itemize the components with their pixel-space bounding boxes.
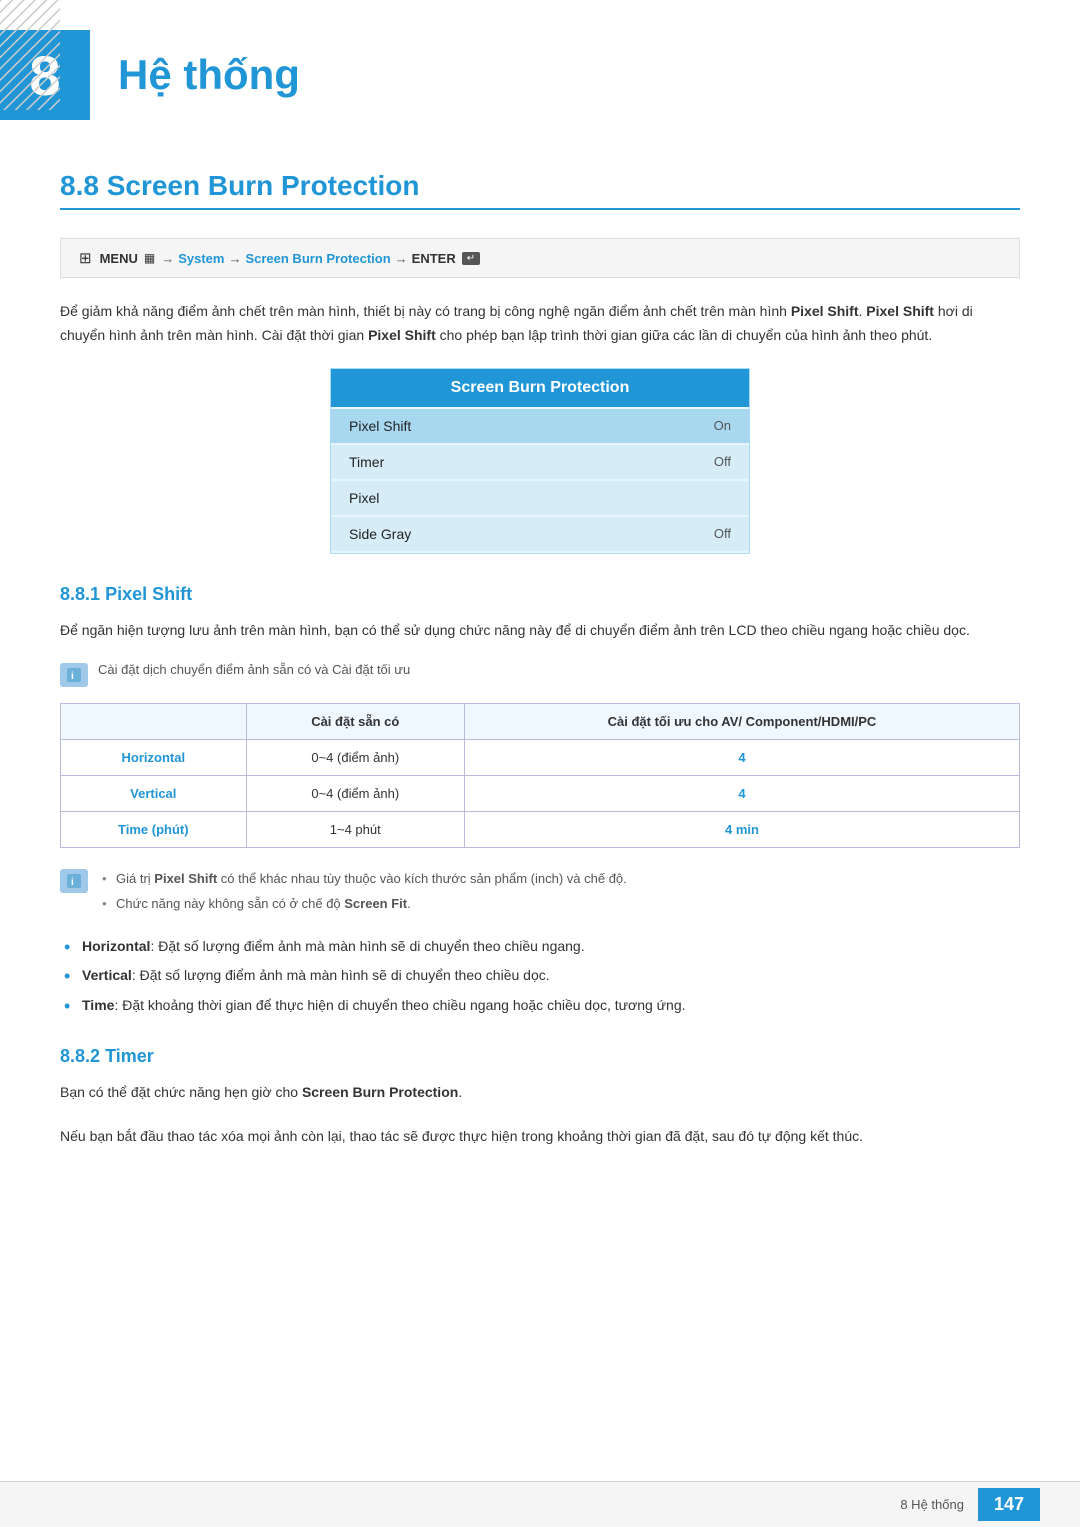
- table-row-vertical: Vertical 0~4 (điểm ảnh) 4: [61, 776, 1020, 812]
- subsection-881-title: Pixel Shift: [105, 584, 192, 604]
- svg-text:i: i: [71, 671, 74, 682]
- nav-grid-icon: ▦: [144, 251, 155, 265]
- ui-box-item-side-gray[interactable]: Side Gray Off: [331, 517, 749, 551]
- note-icon: i: [60, 663, 88, 687]
- row-vertical-preset: 0~4 (điểm ảnh): [246, 776, 464, 812]
- subsection-882-heading: 8.8.2 Timer: [60, 1046, 1020, 1067]
- timer-desc1: Bạn có thể đặt chức năng hẹn giờ cho Scr…: [60, 1081, 1020, 1105]
- section-title: Screen Burn Protection: [107, 170, 420, 201]
- pixel-shift-description: Để ngăn hiện tượng lưu ảnh trên màn hình…: [60, 619, 1020, 643]
- nav-menu-label: MENU: [100, 251, 138, 266]
- side-gray-value: Off: [714, 526, 731, 541]
- row-time-label: Time (phút): [61, 812, 247, 848]
- subsection-881-heading: 8.8.1 Pixel Shift: [60, 584, 1020, 605]
- screen-burn-protection-ui: Screen Burn Protection Pixel Shift On Ti…: [330, 368, 750, 554]
- row-horizontal-optimal: 4: [464, 740, 1019, 776]
- nav-arrow1: →: [161, 251, 174, 266]
- note-block-pixel-shift: i Cài đặt dịch chuyển điểm ảnh sẵn có và…: [60, 662, 1020, 687]
- table-row-horizontal: Horizontal 0~4 (điểm ảnh) 4: [61, 740, 1020, 776]
- timer-desc2: Nếu bạn bắt đầu thao tác xóa mọi ảnh còn…: [60, 1125, 1020, 1149]
- table-header-optimal: Cài đặt tối ưu cho AV/ Component/HDMI/PC: [464, 704, 1019, 740]
- subsection-882-title: Timer: [105, 1046, 154, 1066]
- note-item-2: Chức năng này không sẵn có ở chế độ Scre…: [98, 893, 627, 915]
- ui-box-header: Screen Burn Protection: [331, 369, 749, 407]
- ui-box-item-pixel[interactable]: Pixel: [331, 481, 749, 515]
- timer-value: Off: [714, 454, 731, 469]
- footer-text: 8 Hệ thống: [900, 1497, 964, 1512]
- note-list: Giá trị Pixel Shift có thể khác nhau tùy…: [98, 868, 627, 918]
- enter-icon: ↵: [462, 252, 480, 265]
- nav-arrow2: →: [228, 251, 241, 266]
- note-item-1: Giá trị Pixel Shift có thể khác nhau tùy…: [98, 868, 627, 890]
- table-header-empty: [61, 704, 247, 740]
- nav-enter: ENTER: [412, 251, 456, 266]
- chapter-header: 8 Hệ thống: [0, 0, 1080, 140]
- row-time-preset: 1~4 phút: [246, 812, 464, 848]
- main-bullet-list: Horizontal: Đặt số lượng điểm ảnh mà màn…: [60, 935, 1020, 1018]
- pixel-shift-table: Cài đặt sẵn có Cài đặt tối ưu cho AV/ Co…: [60, 703, 1020, 848]
- note-text: Cài đặt dịch chuyển điểm ảnh sẵn có và C…: [98, 662, 410, 677]
- section-heading: 8.8 Screen Burn Protection: [60, 170, 1020, 210]
- nav-system: System: [178, 251, 224, 266]
- row-vertical-label: Vertical: [61, 776, 247, 812]
- pixel-label: Pixel: [349, 490, 379, 506]
- pixel-shift-value: On: [714, 418, 731, 433]
- bullet-time: Time: Đặt khoảng thời gian để thực hiện …: [60, 994, 1020, 1018]
- svg-text:i: i: [71, 877, 74, 888]
- chapter-title: Hệ thống: [118, 51, 300, 99]
- table-row-time: Time (phút) 1~4 phút 4 min: [61, 812, 1020, 848]
- section-number: 8.8: [60, 170, 99, 201]
- timer-label: Timer: [349, 454, 384, 470]
- ui-box-item-timer[interactable]: Timer Off: [331, 445, 749, 479]
- hatch-decoration: [0, 0, 60, 110]
- row-horizontal-label: Horizontal: [61, 740, 247, 776]
- bullet-horizontal: Horizontal: Đặt số lượng điểm ảnh mà màn…: [60, 935, 1020, 959]
- menu-icon: ⊞: [79, 249, 92, 267]
- subsection-881-number: 8.8.1: [60, 584, 100, 604]
- pixel-shift-label: Pixel Shift: [349, 418, 411, 434]
- ui-box-item-pixel-shift[interactable]: Pixel Shift On: [331, 409, 749, 443]
- row-vertical-optimal: 4: [464, 776, 1019, 812]
- nav-path: ⊞ MENU ▦ → System → Screen Burn Protecti…: [60, 238, 1020, 278]
- intro-paragraph: Để giảm khả năng điểm ảnh chết trên màn …: [60, 300, 1020, 348]
- footer-page-number: 147: [978, 1488, 1040, 1521]
- row-time-optimal: 4 min: [464, 812, 1019, 848]
- subsection-882-number: 8.8.2: [60, 1046, 100, 1066]
- bullet-vertical: Vertical: Đặt số lượng điểm ảnh mà màn h…: [60, 964, 1020, 988]
- side-gray-label: Side Gray: [349, 526, 411, 542]
- row-horizontal-preset: 0~4 (điểm ảnh): [246, 740, 464, 776]
- note-icon-2: i: [60, 869, 88, 893]
- main-content: 8.8 Screen Burn Protection ⊞ MENU ▦ → Sy…: [0, 140, 1080, 1249]
- table-header-preset: Cài đặt sẵn có: [246, 704, 464, 740]
- note-block-2: i Giá trị Pixel Shift có thể khác nhau t…: [60, 868, 1020, 918]
- nav-screen-burn: Screen Burn Protection: [245, 251, 390, 266]
- nav-arrow3: →: [395, 251, 408, 266]
- footer: 8 Hệ thống 147: [0, 1481, 1080, 1527]
